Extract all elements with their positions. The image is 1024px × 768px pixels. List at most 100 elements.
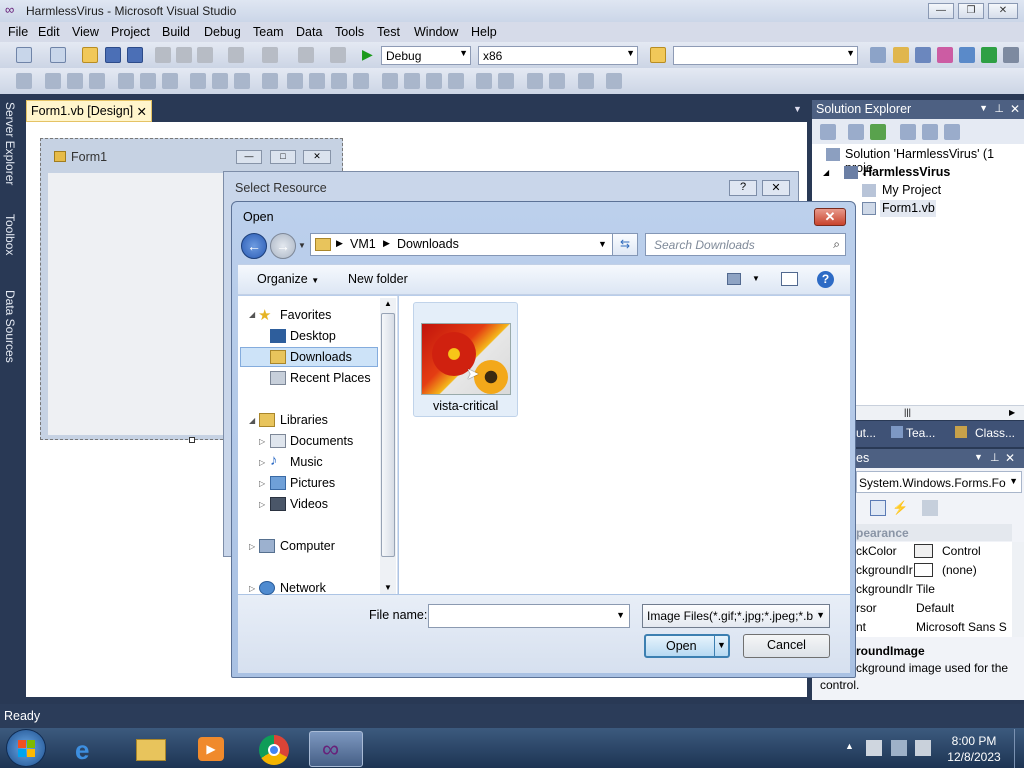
breadcrumb-arrow-icon[interactable]: ▶ — [383, 238, 390, 249]
form1-node[interactable]: Form1.vb — [880, 200, 936, 217]
properties-view-icon[interactable] — [870, 500, 886, 516]
menu-project[interactable]: Project — [111, 25, 150, 39]
property-name[interactable]: nt — [856, 620, 866, 634]
size-to-grid-icon[interactable] — [262, 73, 278, 89]
paste-icon[interactable] — [197, 47, 213, 63]
properties-icon[interactable] — [820, 124, 836, 140]
send-to-back-icon[interactable] — [549, 73, 565, 89]
scroll-right-icon[interactable]: ▶ — [1009, 408, 1015, 417]
align-middles-icon[interactable] — [140, 73, 156, 89]
menu-edit[interactable]: Edit — [38, 25, 60, 39]
taskbar-internet-explorer[interactable]: e — [62, 731, 116, 767]
cancel-button[interactable]: Cancel — [743, 634, 830, 658]
navigate-backward-icon[interactable] — [298, 47, 314, 63]
align-rights-icon[interactable] — [89, 73, 105, 89]
find-in-files-icon[interactable] — [650, 47, 666, 63]
save-icon[interactable] — [105, 47, 121, 63]
nav-documents[interactable]: Documents — [290, 434, 353, 448]
start-debugging-icon[interactable]: ▶ — [362, 46, 373, 63]
decrease-horizontal-spacing-icon[interactable] — [331, 73, 347, 89]
my-project-node[interactable]: My Project — [882, 183, 941, 197]
view-dropdown-icon[interactable]: ▼ — [752, 274, 760, 283]
start-button[interactable] — [6, 729, 46, 767]
start-page-icon[interactable] — [959, 47, 975, 63]
filter-dropdown-icon[interactable]: ▼ — [816, 610, 825, 620]
property-value[interactable]: Control — [942, 544, 981, 558]
new-project-icon[interactable] — [16, 47, 32, 63]
new-folder-button[interactable]: New folder — [348, 272, 408, 286]
scroll-down-icon[interactable]: ▼ — [384, 583, 392, 592]
project-node[interactable]: HarmlessVirus — [863, 165, 950, 179]
nav-videos[interactable]: Videos — [290, 497, 328, 511]
property-value[interactable]: Microsoft Sans S — [916, 620, 1007, 634]
property-value[interactable]: Tile — [916, 582, 935, 596]
lock-controls-icon[interactable] — [606, 73, 622, 89]
property-name[interactable]: ckColor — [856, 544, 897, 558]
expand-icon[interactable]: ▷ — [259, 458, 265, 467]
nav-scroll-thumb[interactable] — [381, 313, 395, 557]
forward-button[interactable]: → — [270, 233, 296, 259]
align-lefts-icon[interactable] — [45, 73, 61, 89]
properties-window-icon[interactable] — [893, 47, 909, 63]
minimize-button[interactable]: — — [928, 3, 954, 19]
show-all-files-icon[interactable] — [848, 124, 864, 140]
menu-test[interactable]: Test — [377, 25, 400, 39]
taskbar-chrome[interactable] — [247, 731, 301, 767]
show-desktop-button[interactable] — [1014, 729, 1024, 768]
scroll-grip-icon[interactable]: ||| — [904, 407, 911, 417]
open-file-icon[interactable] — [82, 47, 98, 63]
menu-help[interactable]: Help — [471, 25, 497, 39]
nav-computer[interactable]: Computer — [280, 539, 335, 553]
platform-combo[interactable]: x86 ▼ — [478, 46, 638, 65]
increase-horizontal-spacing-icon[interactable] — [309, 73, 325, 89]
nav-recent-places[interactable]: Recent Places — [290, 371, 371, 385]
view-class-diagram-icon[interactable] — [944, 124, 960, 140]
menu-build[interactable]: Build — [162, 25, 190, 39]
expand-icon[interactable]: ▷ — [249, 584, 255, 593]
align-tops-icon[interactable] — [118, 73, 134, 89]
nav-favorites[interactable]: Favorites — [280, 308, 331, 322]
toolbox-tab[interactable]: Toolbox — [3, 214, 17, 255]
remove-vertical-spacing-icon[interactable] — [448, 73, 464, 89]
data-sources-tab[interactable]: Data Sources — [3, 290, 17, 363]
props-dropdown-icon[interactable]: ▼ — [974, 452, 983, 462]
nav-libraries[interactable]: Libraries — [280, 413, 328, 427]
align-centers-icon[interactable] — [67, 73, 83, 89]
breadcrumb-arrow-icon[interactable]: ▶ — [336, 238, 343, 249]
find-combo[interactable]: ▼ — [673, 46, 858, 65]
nav-desktop[interactable]: Desktop — [290, 329, 336, 343]
extension-manager-icon[interactable] — [981, 47, 997, 63]
maximize-button[interactable]: ❐ — [958, 3, 984, 19]
close-button[interactable]: ✕ — [988, 3, 1018, 19]
address-dropdown-icon[interactable]: ▼ — [598, 239, 607, 249]
object-browser-icon[interactable] — [915, 47, 931, 63]
tab-class-view[interactable]: Class... — [975, 426, 1015, 440]
expand-icon[interactable]: ▷ — [259, 479, 265, 488]
vertical-spacing-icon[interactable] — [382, 73, 398, 89]
redo-icon[interactable] — [262, 47, 278, 63]
menu-debug[interactable]: Debug — [204, 25, 241, 39]
undo-icon[interactable] — [228, 47, 244, 63]
organize-button[interactable]: Organize ▼ — [257, 272, 319, 286]
make-same-size-icon[interactable] — [234, 73, 250, 89]
events-icon[interactable]: ⚡ — [892, 500, 908, 516]
action-center-icon[interactable] — [866, 740, 882, 756]
recent-locations-icon[interactable]: ▼ — [298, 241, 306, 250]
remove-horizontal-spacing-icon[interactable] — [353, 73, 369, 89]
view-designer-icon[interactable] — [922, 124, 938, 140]
property-name[interactable]: ckgroundIr — [856, 563, 913, 577]
object-selector[interactable]: System.Windows.Forms.Fo ▼ — [856, 471, 1022, 493]
menu-view[interactable]: View — [72, 25, 99, 39]
server-explorer-tab[interactable]: Server Explorer — [3, 102, 17, 185]
increase-vertical-spacing-icon[interactable] — [404, 73, 420, 89]
property-pages-icon[interactable] — [922, 500, 938, 516]
help-icon[interactable]: ? — [817, 271, 834, 288]
nav-downloads[interactable]: Downloads — [290, 350, 352, 364]
menu-data[interactable]: Data — [296, 25, 322, 39]
volume-icon[interactable] — [915, 740, 931, 756]
breadcrumb-downloads[interactable]: Downloads — [397, 237, 459, 251]
taskbar-explorer[interactable] — [124, 731, 178, 767]
refresh-icon[interactable] — [870, 124, 886, 140]
cut-icon[interactable] — [155, 47, 171, 63]
expand-icon[interactable]: ▷ — [259, 437, 265, 446]
